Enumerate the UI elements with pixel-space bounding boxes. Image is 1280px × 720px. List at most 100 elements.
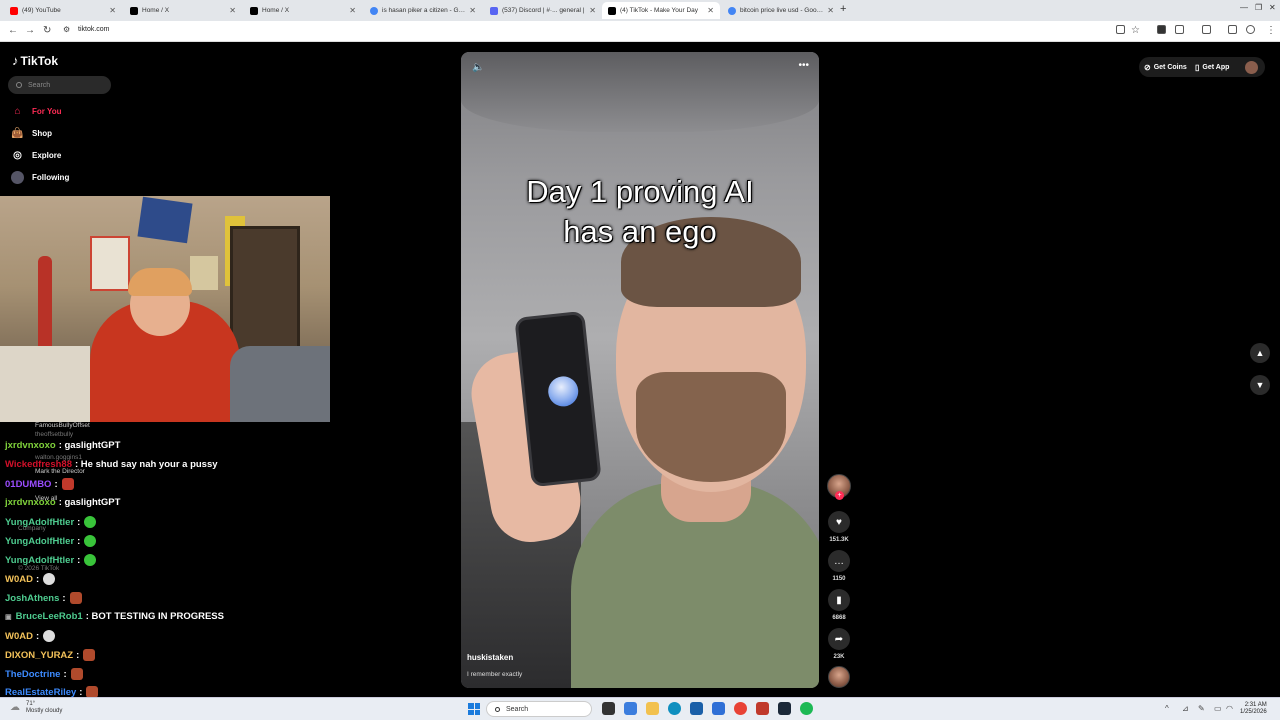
chat-message: YungAdolfHtler: xyxy=(5,516,97,528)
search-placeholder: Search xyxy=(28,81,51,89)
system-clock[interactable]: 2:31 AM 1/25/2026 xyxy=(1240,702,1267,716)
chat-username: DIXON_YURAZ xyxy=(5,649,74,661)
close-tab-icon[interactable]: ✕ xyxy=(229,6,236,15)
reload-icon[interactable]: ↻ xyxy=(43,25,51,36)
task-view-icon[interactable] xyxy=(602,702,615,715)
chat-message: W0AD: xyxy=(5,573,56,585)
browser-tab[interactable]: Home / X ✕ xyxy=(244,2,362,19)
close-tab-icon[interactable]: ✕ xyxy=(707,6,714,15)
app-icon[interactable] xyxy=(712,702,725,715)
chat-username: W0AD xyxy=(5,573,33,585)
taskbar-search[interactable]: Search xyxy=(486,701,592,717)
streamer-leg xyxy=(230,346,330,422)
emote-icon xyxy=(84,535,97,547)
bookmark-icon: ▮ xyxy=(836,594,842,606)
share-count: 23K xyxy=(833,654,845,660)
chat-message: Wickedfresh88: He shud say nah your a pu… xyxy=(5,459,218,470)
pen-icon[interactable]: ✎ xyxy=(1198,704,1205,713)
sidebar-item-shop[interactable]: 👜 Shop xyxy=(11,127,52,140)
more-vertical-icon[interactable]: ⋮ xyxy=(1266,25,1276,36)
restore-icon[interactable]: ❐ xyxy=(1255,3,1262,12)
home-icon: ⌂ xyxy=(14,106,21,117)
wifi-icon[interactable]: ◠ xyxy=(1226,704,1233,713)
volume-icon[interactable]: 🔈 xyxy=(472,62,484,73)
get-coins-button[interactable]: ⊘ Get Coins xyxy=(1144,59,1187,75)
more-options-icon[interactable]: ••• xyxy=(798,60,809,71)
site-info-icon[interactable]: ⚙ xyxy=(63,25,70,34)
compass-icon: ◎ xyxy=(13,150,22,161)
chrome-icon[interactable] xyxy=(734,702,747,715)
emote-icon xyxy=(69,592,82,604)
start-button[interactable] xyxy=(468,703,480,715)
chat-message: jxrdvnxoxo: gaslightGPT xyxy=(5,440,121,451)
profile-icon[interactable] xyxy=(1246,25,1255,34)
following-account-handle: theoffsetbully xyxy=(35,431,74,438)
browser-tab[interactable]: is hasan piker a citizen - Googl ✕ xyxy=(364,2,482,19)
steam-icon[interactable] xyxy=(778,702,791,715)
close-tab-icon[interactable]: ✕ xyxy=(589,6,596,15)
comment-count: 1150 xyxy=(832,576,846,582)
close-tab-icon[interactable]: ✕ xyxy=(827,6,834,15)
back-arrow-icon[interactable]: ← xyxy=(8,25,18,36)
share-button[interactable]: ➦ xyxy=(828,628,850,650)
app-icon[interactable] xyxy=(756,702,769,715)
browser-tab[interactable]: (49) YouTube ✕ xyxy=(4,2,122,19)
sidebar-item-following[interactable]: Following xyxy=(11,171,69,184)
cloud-icon: ☁ xyxy=(10,702,20,713)
sidebar-item-label: Explore xyxy=(32,151,62,160)
spotify-icon[interactable] xyxy=(800,702,813,715)
menu-lines-icon[interactable] xyxy=(1228,25,1237,34)
network-icon[interactable]: ⊿ xyxy=(1182,704,1189,713)
chat-username: W0AD xyxy=(5,630,33,642)
guitar xyxy=(38,256,52,356)
video-author[interactable]: huskistaken xyxy=(467,653,513,662)
file-explorer-icon[interactable] xyxy=(646,702,659,715)
chevron-up-icon[interactable]: ^ xyxy=(1165,704,1169,713)
close-tab-icon[interactable]: ✕ xyxy=(349,6,356,15)
close-tab-icon[interactable]: ✕ xyxy=(469,6,476,15)
get-app-button[interactable]: ▯ Get App xyxy=(1195,59,1229,75)
chevron-up-icon: ▲ xyxy=(1255,348,1265,358)
like-button[interactable]: ♥ xyxy=(828,511,850,533)
save-count: 6868 xyxy=(832,615,846,621)
sidebar-item-explore[interactable]: ◎ Explore xyxy=(11,149,61,162)
close-window-icon[interactable]: ✕ xyxy=(1269,3,1276,12)
close-tab-icon[interactable]: ✕ xyxy=(109,6,116,15)
weather-desc: Mostly cloudy xyxy=(26,708,63,714)
save-button[interactable]: ▮ xyxy=(828,589,850,611)
store-icon[interactable] xyxy=(690,702,703,715)
url-field[interactable]: tiktok.com xyxy=(78,26,110,33)
music-disc-avatar[interactable] xyxy=(828,666,850,688)
weather-widget[interactable]: ☁ 71° Mostly cloudy xyxy=(10,701,62,715)
cast-icon[interactable] xyxy=(1116,25,1125,34)
forward-arrow-icon[interactable]: → xyxy=(25,25,35,36)
follow-plus-icon[interactable]: + xyxy=(835,491,844,500)
next-video-button[interactable]: ▼ xyxy=(1250,375,1270,395)
monitor-icon[interactable]: ▭ xyxy=(1214,704,1222,713)
caption-line: has an ego xyxy=(563,214,717,249)
browser-tab[interactable]: Home / X ✕ xyxy=(124,2,242,19)
browser-tab[interactable]: bitcoin price live usd - Google ✕ xyxy=(722,2,840,19)
search-input[interactable]: Search xyxy=(8,76,111,94)
tiktok-logo[interactable]: ♪ TikTok xyxy=(12,53,58,68)
minimize-icon[interactable]: — xyxy=(1240,3,1248,12)
acoustic-panel xyxy=(137,196,193,244)
extension-icon[interactable] xyxy=(1157,25,1166,34)
chat-username: JoshAthens xyxy=(5,592,60,604)
new-tab-icon[interactable]: + xyxy=(840,3,846,15)
sidebar-icon[interactable] xyxy=(1202,25,1211,34)
extensions-puzzle-icon[interactable] xyxy=(1175,25,1184,34)
browser-tab-active[interactable]: (4) TikTok - Make Your Day ✕ xyxy=(602,2,720,19)
video-player[interactable]: Day 1 proving AI has an ego 🔈 ••• huskis… xyxy=(461,52,819,688)
edge-icon[interactable] xyxy=(668,702,681,715)
badge-icon: ▣ xyxy=(5,613,12,621)
sidebar-item-for-you[interactable]: ⌂ For You xyxy=(11,105,61,118)
bookmark-star-icon[interactable]: ☆ xyxy=(1131,25,1140,36)
comment-button[interactable]: … xyxy=(828,550,850,572)
copilot-icon[interactable] xyxy=(624,702,637,715)
browser-tab[interactable]: (537) Discord | #·... general | ✕ xyxy=(484,2,602,19)
chat-message: YungAdolfHtler: xyxy=(5,554,97,566)
heart-icon: ♥ xyxy=(836,516,842,528)
previous-video-button[interactable]: ▲ xyxy=(1250,343,1270,363)
user-avatar[interactable] xyxy=(1245,61,1258,74)
